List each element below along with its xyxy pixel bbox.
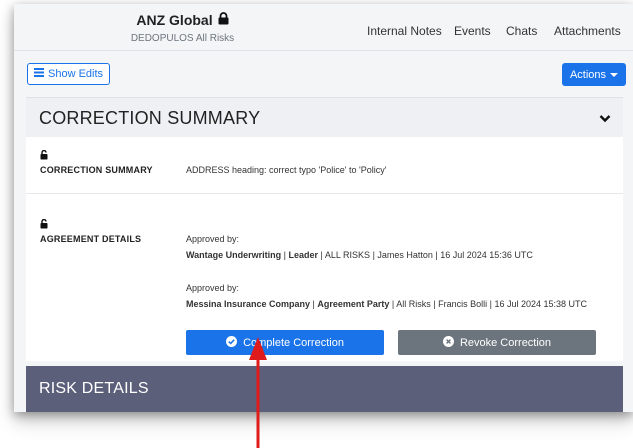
annotation-arrow bbox=[249, 337, 267, 448]
